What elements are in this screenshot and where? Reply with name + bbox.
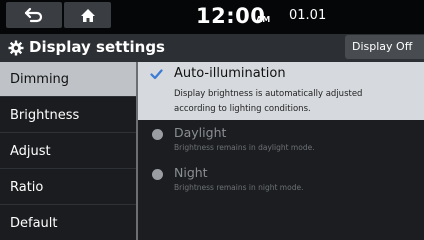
- clock-ampm: AM: [256, 15, 271, 24]
- sidebar-item-ratio[interactable]: Ratio: [0, 170, 136, 205]
- radio-daylight-icon: [152, 129, 163, 140]
- gear-icon: [8, 40, 24, 56]
- page-title: Display settings: [29, 38, 165, 56]
- display-off-button[interactable]: Display Off: [345, 35, 424, 59]
- sidebar-item-brightness[interactable]: Brightness: [0, 98, 136, 133]
- sidebar-item-adjust[interactable]: Adjust: [0, 134, 136, 169]
- display-settings-screen: 12:00 AM 01.01 Display settings Display …: [0, 0, 424, 240]
- night-label: Night: [174, 165, 208, 180]
- daylight-option: Daylight Brightness remains in daylight …: [138, 122, 424, 162]
- dimming-panel: Auto-illumination Display brightness is …: [138, 62, 424, 240]
- sidebar-item-dimming[interactable]: Dimming: [0, 62, 136, 97]
- checkbox-checked-icon[interactable]: [150, 68, 163, 81]
- home-icon: [80, 8, 95, 22]
- daylight-description: Brightness remains in daylight mode.: [174, 143, 315, 152]
- auto-illumination-description-line2: according to lighting conditions.: [174, 104, 311, 114]
- sidebar: Dimming Brightness Adjust Ratio Default: [0, 62, 136, 240]
- back-arrow-icon: [24, 7, 43, 23]
- clock-date: 01.01: [289, 8, 327, 23]
- back-button[interactable]: [6, 2, 62, 28]
- title-bar: Display settings Display Off: [0, 34, 424, 62]
- sidebar-item-default[interactable]: Default: [0, 206, 136, 240]
- home-button[interactable]: [64, 2, 111, 28]
- auto-illumination-row[interactable]: Auto-illumination Display brightness is …: [138, 62, 424, 120]
- auto-illumination-description: Display brightness is automatically adju…: [174, 87, 424, 117]
- night-description: Brightness remains in night mode.: [174, 183, 304, 192]
- status-bar: 12:00 AM 01.01: [0, 0, 424, 34]
- radio-night-icon: [152, 169, 163, 180]
- night-option: Night Brightness remains in night mode.: [138, 162, 424, 202]
- clock-time: 12:00: [196, 4, 266, 28]
- daylight-label: Daylight: [174, 125, 227, 140]
- auto-illumination-description-line1: Display brightness is automatically adju…: [174, 89, 363, 99]
- auto-illumination-label: Auto-illumination: [174, 66, 286, 81]
